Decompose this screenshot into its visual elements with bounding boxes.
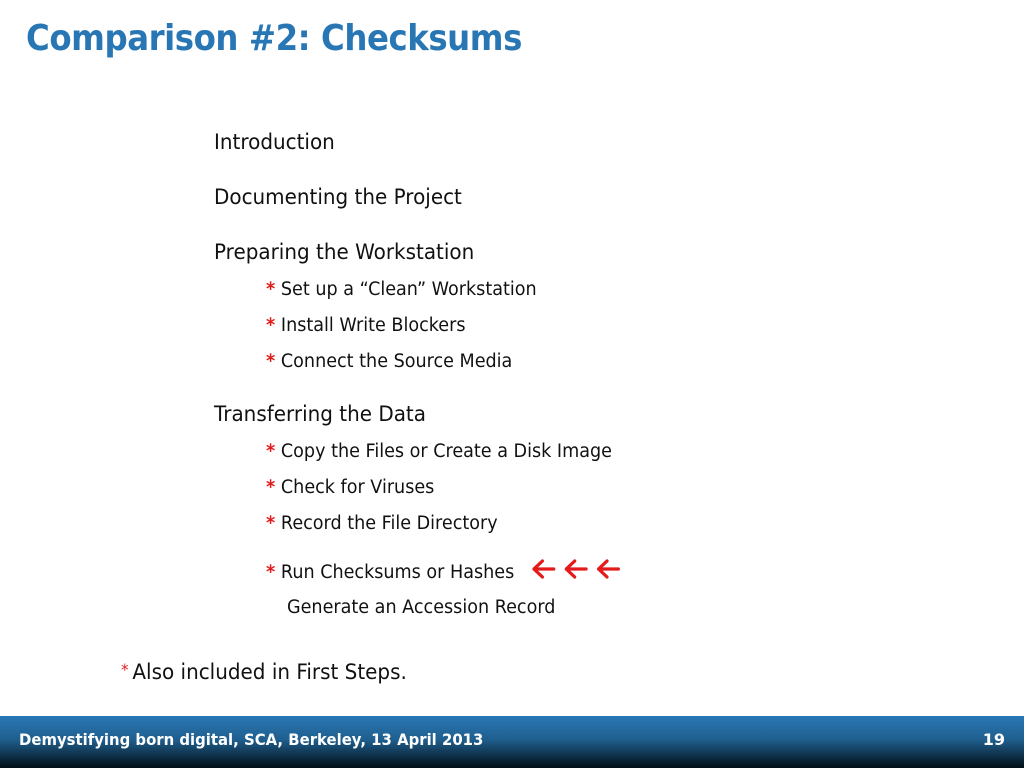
list-item: * Record the File Directory: [266, 513, 498, 534]
highlight-arrows: [531, 558, 628, 585]
heading-transferring: Transferring the Data: [214, 402, 426, 426]
asterisk-marker: *: [266, 279, 276, 300]
arrow-left-icon: [597, 559, 621, 579]
list-item-text: Check for Viruses: [280, 477, 435, 498]
asterisk-marker: *: [266, 513, 276, 534]
asterisk-marker: *: [266, 477, 276, 498]
heading-preparing: Preparing the Workstation: [214, 240, 475, 264]
heading-documenting: Documenting the Project: [214, 185, 462, 209]
list-item: * Connect the Source Media: [266, 351, 512, 372]
asterisk-marker: *: [266, 351, 276, 372]
slide-footer: Demystifying born digital, SCA, Berkeley…: [0, 716, 1024, 768]
list-item-text: Record the File Directory: [280, 513, 498, 534]
asterisk-marker: *: [121, 660, 129, 679]
footnote: * Also included in First Steps.: [121, 660, 407, 684]
list-item-highlighted: * Run Checksums or Hashes: [266, 558, 628, 585]
list-item: * Check for Viruses: [266, 477, 434, 498]
list-item: * Set up a “Clean” Workstation: [266, 279, 537, 300]
arrow-left-icon: [532, 559, 556, 579]
list-item: * Install Write Blockers: [266, 315, 465, 336]
footnote-text: Also included in First Steps.: [132, 660, 407, 684]
list-item: Generate an Accession Record: [287, 597, 556, 618]
list-item-text: Run Checksums or Hashes: [280, 562, 515, 583]
list-item-text: Copy the Files or Create a Disk Image: [280, 441, 612, 462]
footer-text: Demystifying born digital, SCA, Berkeley…: [19, 730, 484, 749]
list-item-text: Set up a “Clean” Workstation: [280, 279, 537, 300]
slide-content: Introduction Documenting the Project Pre…: [0, 0, 1024, 700]
asterisk-marker: *: [266, 441, 276, 462]
list-item-text: Connect the Source Media: [280, 351, 513, 372]
page-number: 19: [982, 730, 1005, 749]
heading-introduction: Introduction: [214, 130, 335, 154]
arrow-left-icon: [564, 559, 588, 579]
list-item: * Copy the Files or Create a Disk Image: [266, 441, 612, 462]
list-item-text: Install Write Blockers: [280, 315, 466, 336]
asterisk-marker: *: [266, 315, 276, 336]
asterisk-marker: *: [266, 562, 276, 583]
